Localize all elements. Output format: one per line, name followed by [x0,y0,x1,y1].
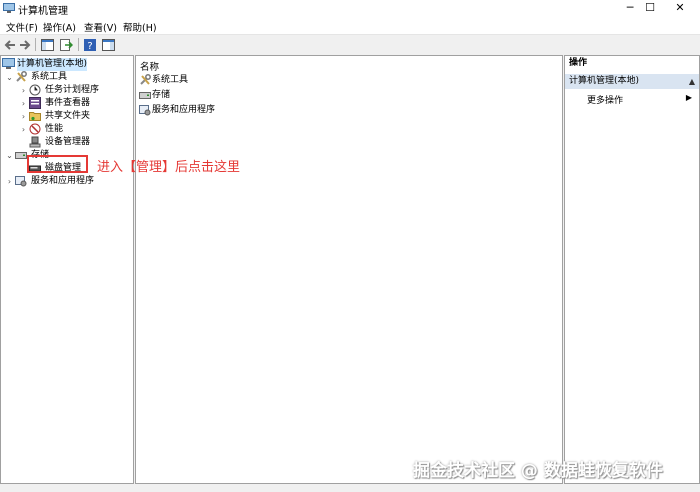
list-item-label: 服务和应用程序 [152,105,216,115]
menu-action[interactable]: 操作(A) [43,20,76,34]
toolbar: ? [0,35,700,54]
column-header-name[interactable]: 名称 [140,59,159,73]
computer-management-icon [2,58,15,71]
export-list-icon[interactable] [58,37,74,52]
toolbar-separator [78,38,79,51]
actions-section-label: 计算机管理(本地) [569,76,640,86]
tree-label: 事件查看器 [45,98,91,108]
system-tools-icon [139,74,151,86]
title-bar: 计算机管理 ─ ☐ ✕ [0,0,700,17]
forward-arrow-icon[interactable] [17,37,33,52]
performance-icon [29,123,42,136]
chevron-down-icon[interactable]: ⌄ [5,71,14,84]
shared-folder-icon [29,110,42,123]
tree-label: 系统工具 [31,72,68,82]
close-button[interactable]: ✕ [660,0,700,17]
tree-label: 任务计划程序 [45,85,100,95]
back-arrow-icon[interactable] [2,37,18,52]
chevron-right-icon[interactable]: › [5,175,14,188]
show-console-tree-icon[interactable] [39,37,55,52]
tree-label: 性能 [45,124,64,134]
list-item-label: 存储 [152,90,171,100]
show-action-pane-icon[interactable] [100,37,116,52]
more-actions-label: 更多操作 [587,96,624,106]
result-list-pane: 名称 系统工具 存储 服务和应用程序 [135,55,563,484]
menu-bar: 文件(F) 操作(A) 查看(V) 帮助(H) [0,17,700,35]
list-item-label: 系统工具 [152,75,189,85]
toolbar-separator [35,38,36,51]
collapse-arrow-icon[interactable]: ▲ [689,74,695,89]
more-actions-item[interactable]: 更多操作 [587,93,623,106]
actions-section-header[interactable]: 计算机管理(本地) ▲ [565,74,699,89]
tree-label: 计算机管理(本地) [17,58,88,71]
menu-view[interactable]: 查看(V) [84,20,117,34]
menu-file[interactable]: 文件(F) [6,20,38,34]
submenu-arrow-icon[interactable]: ▶ [686,93,692,102]
annotation-text: 进入【管理】后点击这里 [97,160,241,175]
window-title: 计算机管理 [18,6,68,17]
actions-header: 操作 [569,58,588,68]
chevron-right-icon[interactable]: › [19,110,28,123]
console-tree-pane: 计算机管理(本地) ⌄ 系统工具 › 任务计划程序 › 事件查看器 › 共享文件… [0,55,134,484]
status-bar [0,484,700,492]
chevron-right-icon[interactable]: › [19,123,28,136]
storage-icon [139,89,151,101]
system-tools-icon [15,71,28,84]
watermark: 掘金技术社区 @ 数据蛙恢复软件 [413,461,663,481]
tree-label: 服务和应用程序 [31,176,95,186]
services-apps-icon [139,104,151,116]
chevron-down-icon[interactable]: ⌄ [5,149,14,162]
event-viewer-icon [29,97,42,110]
clock-icon [29,84,42,97]
actions-pane: 操作 计算机管理(本地) ▲ 更多操作 ▶ [564,55,700,484]
tree-label: 设备管理器 [45,137,91,147]
svg-text:?: ? [87,41,92,51]
services-apps-icon [15,175,28,188]
chevron-right-icon[interactable]: › [19,84,28,97]
chevron-right-icon[interactable]: › [19,97,28,110]
computer-management-icon [3,3,15,17]
tree-label: 共享文件夹 [45,111,91,121]
menu-help[interactable]: 帮助(H) [123,20,157,34]
device-manager-icon [29,136,42,149]
help-icon[interactable]: ? [82,37,98,52]
highlight-box [27,155,88,173]
